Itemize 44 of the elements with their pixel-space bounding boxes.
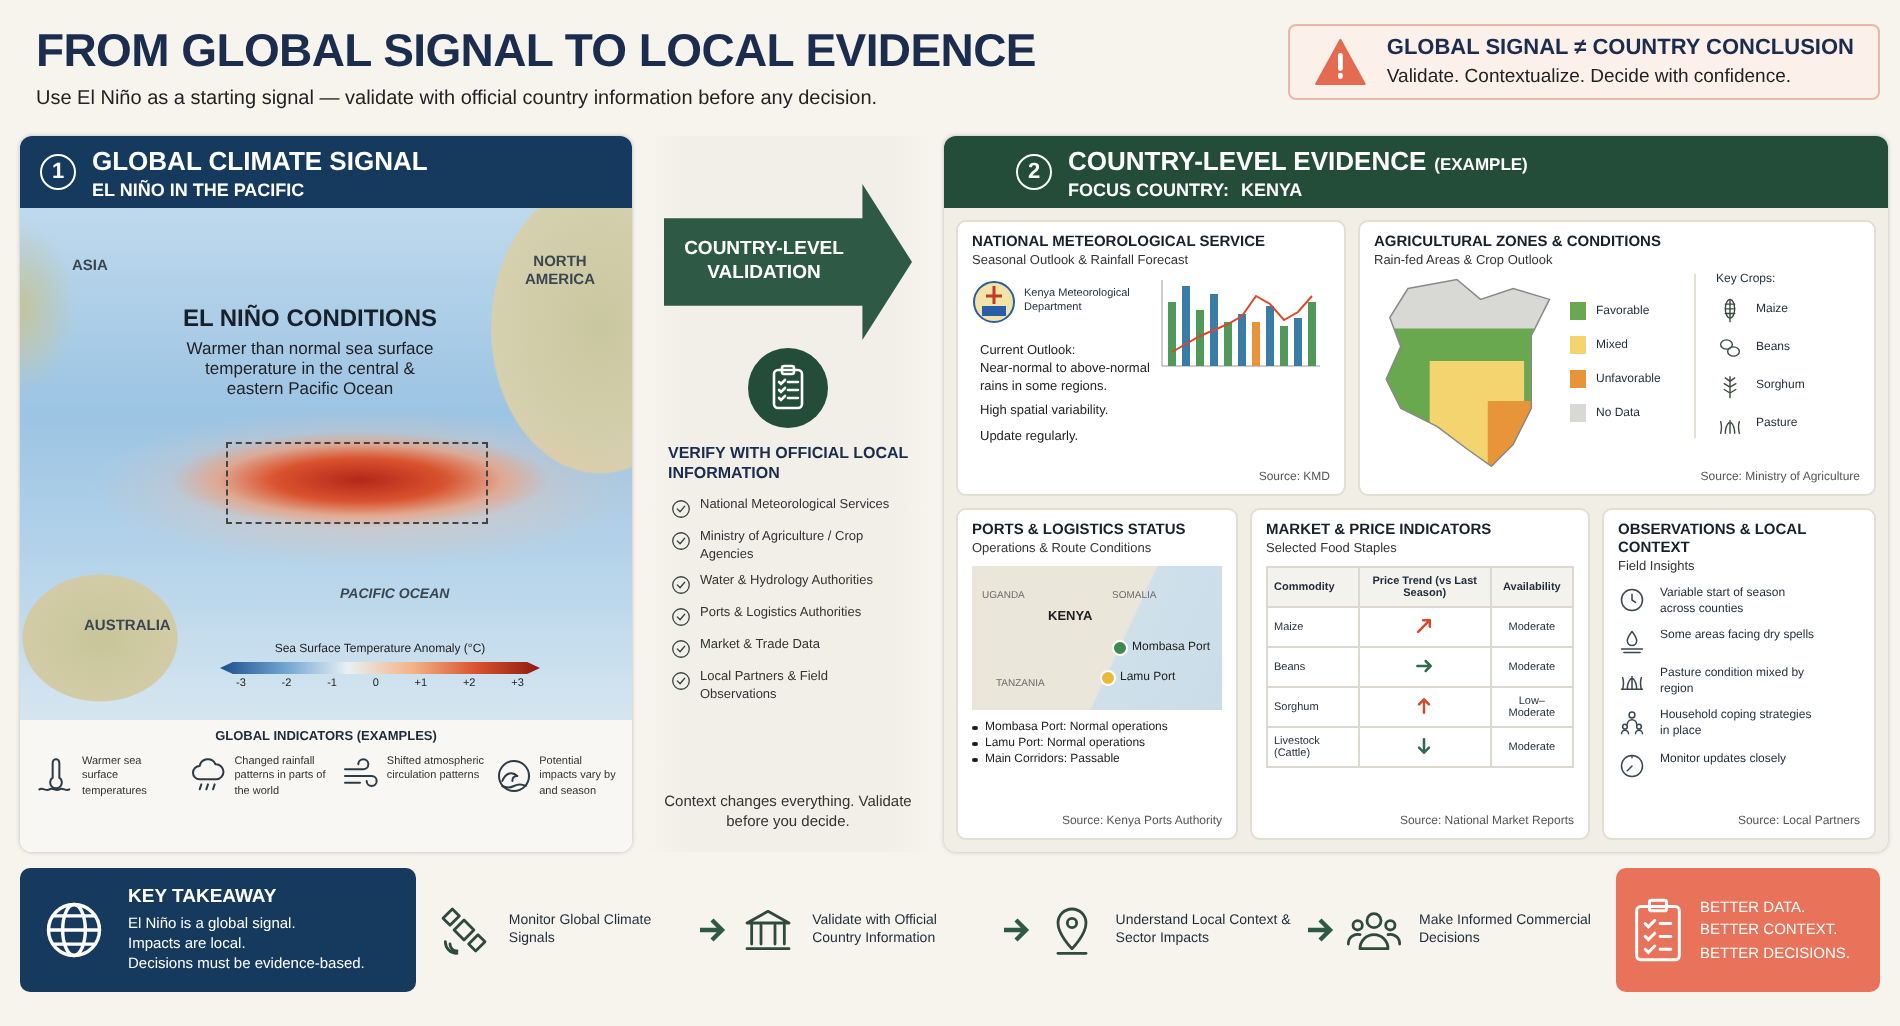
arrow-down-icon	[1414, 735, 1435, 755]
alert-text: Validate. Contextualize. Decide with confidence.	[1386, 66, 1793, 88]
rain-cloud-icon	[188, 756, 229, 796]
panel-title: GLOBAL CLIMATE SIGNAL	[92, 145, 428, 175]
alert-title: GLOBAL SIGNAL ≠ COUNTRY CONCLUSION	[1386, 36, 1854, 60]
step-number: 1	[40, 154, 76, 190]
callout-text: Warmer than normal sea surface temperature in the central & eastern Pacific Ocean	[184, 338, 436, 400]
arrow-right-icon	[1414, 655, 1435, 675]
step-number: 2	[1016, 154, 1052, 190]
water-drop-icon	[1618, 628, 1646, 657]
bullet-icon	[972, 757, 977, 763]
callout-title: EL NIÑO CONDITIONS	[180, 304, 440, 332]
arrow-right-icon	[1001, 918, 1030, 942]
gauge-icon	[1618, 751, 1646, 780]
bullet-icon	[972, 725, 977, 731]
wave-icon	[493, 756, 534, 796]
clipboard-icon	[748, 348, 828, 428]
bean-icon	[1716, 334, 1744, 362]
check-circle-icon	[670, 606, 692, 629]
page-subtitle: Use El Niño as a starting signal — validate with official country information before any decision.	[36, 88, 880, 110]
bullet-icon	[972, 741, 977, 747]
emblem-icon	[972, 280, 1016, 324]
trend-up-right-icon	[1414, 615, 1435, 635]
clipboard-icon	[1632, 898, 1684, 962]
page-title: FROM GLOBAL SIGNAL TO LOCAL EVIDENCE	[36, 24, 1036, 78]
check-circle-icon	[670, 670, 692, 693]
focus-country: KENYA	[1241, 179, 1303, 199]
check-circle-icon	[670, 574, 692, 597]
check-circle-icon	[670, 529, 692, 552]
clock-icon	[1618, 586, 1646, 614]
check-circle-icon	[670, 638, 692, 661]
check-circle-icon	[670, 497, 692, 520]
arrow-right-icon	[1305, 918, 1334, 942]
arrow-right-icon	[698, 918, 727, 942]
takeaway-title: KEY TAKEAWAY	[128, 886, 279, 909]
verify-title: VERIFY WITH OFFICIAL LOCAL INFORMATION	[668, 444, 908, 486]
family-icon	[1618, 708, 1646, 737]
focus-label: FOCUS COUNTRY:	[1068, 179, 1229, 199]
arrow-up-icon	[1414, 695, 1435, 715]
thermometer-icon	[36, 756, 76, 796]
warning-icon	[1314, 36, 1367, 88]
panel-title-note: (EXAMPLE)	[1434, 153, 1528, 173]
panel-title: COUNTRY-LEVEL EVIDENCE	[1068, 145, 1427, 175]
panel-subtitle: EL NIÑO IN THE PACIFIC	[92, 179, 307, 199]
